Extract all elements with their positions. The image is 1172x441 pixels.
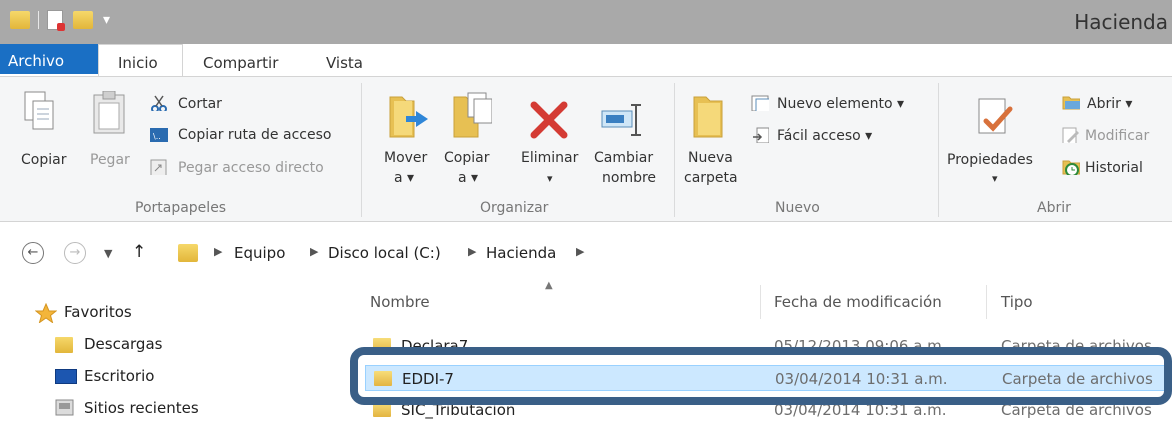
nav-desktop[interactable]: Escritorio	[84, 367, 154, 385]
forward-button[interactable]: →	[64, 242, 86, 264]
folder-icon	[178, 244, 198, 262]
scissors-icon	[151, 95, 167, 111]
chevron-right-icon[interactable]: ▶	[310, 245, 318, 258]
new-folder-label[interactable]: Nueva	[688, 149, 733, 168]
easy-access-icon	[753, 127, 769, 143]
group-separator	[361, 83, 362, 217]
tab-share[interactable]: Compartir	[203, 54, 278, 72]
new-item-button[interactable]: Nuevo elemento ▾	[777, 95, 904, 114]
column-header-date[interactable]: Fecha de modificación	[774, 293, 942, 311]
ribbon: Copiar Pegar Cortar \.. Copiar ruta de a…	[0, 76, 1172, 222]
downloads-icon	[55, 337, 73, 353]
paste-icon	[93, 91, 125, 134]
rename-label-2[interactable]: nombre	[602, 169, 656, 188]
copy-icon	[24, 91, 54, 130]
chevron-right-icon[interactable]: ▶	[214, 245, 222, 258]
properties-button[interactable]: Propiedades	[947, 151, 1033, 170]
new-folder-icon	[693, 96, 723, 138]
nav-favorites[interactable]: Favoritos	[64, 303, 132, 321]
history-button[interactable]: Historial	[1085, 159, 1143, 178]
new-item-icon	[751, 95, 769, 111]
paste-button[interactable]: Pegar	[90, 151, 130, 170]
edit-icon	[1062, 127, 1079, 143]
paste-shortcut-icon	[150, 159, 167, 175]
move-to-icon	[389, 96, 428, 138]
sort-ascending-icon: ▲	[545, 280, 553, 291]
column-divider[interactable]	[760, 285, 761, 319]
quick-access-toolbar: ▾	[0, 8, 110, 32]
navigation-pane: Favoritos Descargas Escritorio Sitios re…	[0, 285, 350, 441]
recent-locations-icon[interactable]: ▼	[104, 247, 112, 260]
move-to-arrow[interactable]: a ▾	[394, 169, 414, 188]
nav-downloads[interactable]: Descargas	[84, 335, 162, 353]
chevron-right-icon[interactable]: ▶	[576, 245, 584, 258]
delete-dropdown-arrow[interactable]: ▾	[547, 169, 553, 188]
address-bar: ← → ▼ ↑ ▶ Equipo ▶ Disco local (C:) ▶ Ha…	[0, 232, 1172, 270]
delete-button[interactable]: Eliminar	[521, 149, 578, 168]
history-icon	[1062, 160, 1080, 175]
delete-icon	[530, 101, 568, 139]
properties-icon[interactable]	[47, 10, 65, 31]
cut-button[interactable]: Cortar	[178, 95, 222, 114]
copy-path-icon: \..	[150, 128, 168, 142]
copy-to-label[interactable]: Copiar	[444, 149, 489, 168]
new-folder-label-2[interactable]: carpeta	[684, 169, 738, 188]
desktop-icon	[55, 369, 77, 384]
group-separator	[674, 83, 675, 217]
back-button[interactable]: ←	[22, 242, 44, 264]
nav-recent-places[interactable]: Sitios recientes	[84, 399, 199, 417]
breadcrumb-hacienda[interactable]: Hacienda	[486, 244, 556, 262]
copy-to-arrow[interactable]: a ▾	[458, 169, 478, 188]
paste-shortcut-button[interactable]: Pegar acceso directo	[178, 159, 324, 178]
easy-access-button[interactable]: Fácil acceso ▾	[777, 127, 872, 146]
open-group-label: Abrir	[1037, 200, 1071, 216]
tab-view[interactable]: Vista	[326, 54, 363, 72]
folder-icon[interactable]	[10, 11, 30, 29]
up-arrow-icon[interactable]: ↑	[132, 242, 146, 262]
tab-home[interactable]: Inicio	[118, 54, 158, 72]
column-header-name[interactable]: Nombre	[370, 293, 430, 311]
separator	[38, 11, 39, 29]
breadcrumb-computer[interactable]: Equipo	[234, 244, 285, 262]
group-separator	[938, 83, 939, 217]
column-header-type[interactable]: Tipo	[1001, 293, 1033, 311]
chevron-right-icon[interactable]: ▶	[468, 245, 476, 258]
star-icon	[35, 303, 57, 323]
column-divider[interactable]	[986, 285, 987, 319]
move-to-label[interactable]: Mover	[384, 149, 427, 168]
organize-group-label: Organizar	[480, 200, 549, 216]
copy-button[interactable]: Copiar	[21, 151, 66, 170]
breadcrumb-local-disk[interactable]: Disco local (C:)	[328, 244, 441, 262]
copy-path-button[interactable]: Copiar ruta de acceso	[178, 126, 331, 145]
rename-label[interactable]: Cambiar	[594, 149, 653, 168]
properties-icon	[978, 98, 1013, 134]
rename-icon	[601, 104, 641, 136]
title-bar: ▾ Hacienda	[0, 0, 1172, 44]
new-folder-icon[interactable]	[73, 11, 93, 29]
clipboard-group-label: Portapapeles	[135, 200, 227, 216]
window-title: Hacienda	[1074, 10, 1168, 34]
new-group-label: Nuevo	[775, 200, 820, 216]
open-button[interactable]: Abrir ▾	[1087, 95, 1132, 114]
highlight-frame	[350, 347, 1172, 405]
open-icon	[1062, 96, 1080, 110]
copy-to-icon	[453, 92, 492, 138]
recent-places-icon	[55, 399, 74, 416]
properties-dropdown-arrow[interactable]: ▾	[992, 169, 998, 188]
customize-toolbar-icon[interactable]: ▾	[103, 12, 110, 28]
svg-text:\..: \..	[153, 132, 161, 141]
tab-file[interactable]: Archivo	[0, 44, 98, 74]
edit-button[interactable]: Modificar	[1085, 127, 1149, 146]
